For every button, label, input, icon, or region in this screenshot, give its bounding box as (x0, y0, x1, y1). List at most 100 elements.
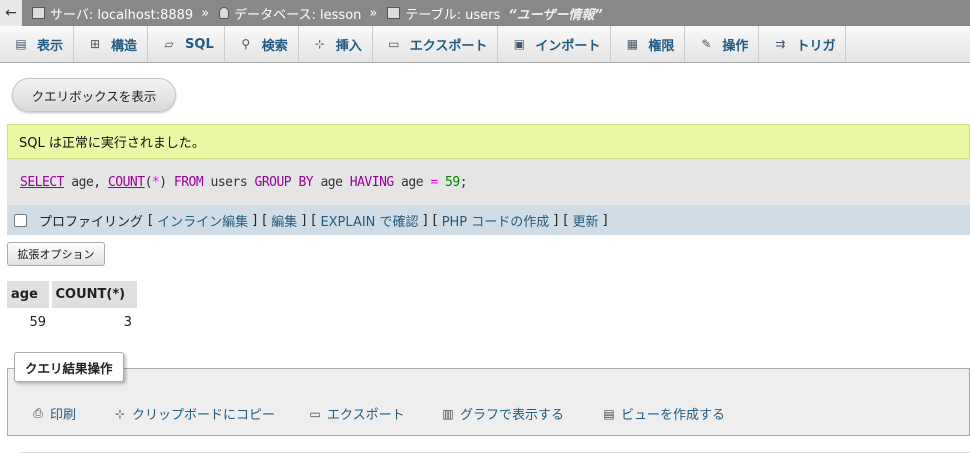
export-icon: ▭ (309, 406, 321, 421)
breadcrumb-database[interactable]: データベース: lesson (209, 4, 361, 23)
column-header-age[interactable]: age (7, 281, 52, 308)
print-icon: ⎙ (33, 406, 43, 420)
sql-table: users (203, 174, 255, 190)
sql-paren: ( (144, 174, 153, 190)
sql-star: * (151, 174, 160, 190)
privileges-icon: ▦ (626, 37, 639, 51)
divider (20, 452, 970, 453)
breadcrumb-server[interactable]: サーバ: localhost:8889 (22, 4, 193, 23)
tab-sql[interactable]: ▱ SQL (148, 26, 225, 62)
bracket: [ (563, 212, 569, 228)
display-chart-link[interactable]: ▥ グラフで表示する (440, 404, 565, 424)
tab-label: エクスポート (409, 38, 488, 54)
breadcrumb-table[interactable]: テーブル: users (377, 4, 500, 23)
print-label: 印刷 (50, 408, 77, 423)
insert-icon: ⊹ (314, 37, 325, 51)
create-view-icon: ▤ (603, 406, 615, 421)
bracket: [ (262, 212, 268, 228)
profiling-checkbox[interactable] (14, 213, 27, 227)
import-icon: ▣ (513, 37, 526, 51)
print-link[interactable]: ⎙ 印刷 (30, 404, 76, 423)
copy-to-clipboard-link[interactable]: ⊹ クリップボードにコピー (112, 404, 276, 424)
sql-keyword-from: FROM (166, 174, 204, 190)
column-header-count[interactable]: COUNT(*) (50, 281, 140, 308)
table-icon (387, 7, 401, 19)
success-message: SQL は正常に実行されました。 (7, 124, 970, 159)
export-label: エクスポート (327, 408, 405, 423)
create-view-label: ビューを作成する (621, 408, 726, 423)
query-results-operations-legend: クエリ結果操作 (14, 352, 124, 382)
sql-semicolon: ; (459, 174, 468, 190)
show-query-box-button[interactable]: クエリボックスを表示 (12, 78, 176, 112)
sql-icon: ▱ (164, 37, 174, 51)
bracket: ] (252, 212, 258, 228)
breadcrumb-table-label[interactable]: テーブル: users (405, 4, 500, 23)
tab-label: インポート (535, 38, 601, 54)
triggers-icon: ⇉ (775, 37, 786, 51)
top-menu-tabs: ▤ 表示 ⊞ 構造 ▱ SQL ⚲ 検索 ⊹ 挿入 ▭ エクスポート ▣ インポート ▦ 権限 … (0, 26, 970, 63)
sql-keyword-having: HAVING (349, 174, 394, 190)
explain-link[interactable]: EXPLAIN で確認 (320, 211, 418, 230)
inline-edit-link[interactable]: インライン編集 (157, 211, 248, 230)
tab-insert[interactable]: ⊹ 挿入 (299, 26, 373, 62)
server-icon (32, 7, 45, 19)
bracket: [ (148, 212, 154, 228)
sql-paren: ) (159, 174, 167, 190)
profiling-label[interactable]: プロファイリング (39, 211, 143, 230)
tab-label: SQL (185, 36, 214, 52)
tab-structure[interactable]: ⊞ 構造 (74, 26, 149, 62)
table-cell-count[interactable]: 3 (50, 308, 138, 336)
create-view-link[interactable]: ▤ ビューを作成する (601, 404, 726, 424)
chart-icon: ▥ (442, 406, 454, 421)
sql-query-display: SELECT age, COUNT ( * ) FROM users GROUP… (7, 159, 970, 205)
tab-export[interactable]: ▭ エクスポート (373, 26, 499, 62)
tab-label: 検索 (261, 38, 288, 54)
tab-import[interactable]: ▣ インポート (498, 26, 612, 62)
tab-browse[interactable]: ▤ 表示 (0, 26, 75, 62)
tab-label: 操作 (722, 38, 749, 54)
tab-operations[interactable]: ✎ 操作 (685, 26, 760, 62)
breadcrumb-separator: » (369, 5, 378, 21)
copy-to-clipboard-label: クリップボードにコピー (132, 408, 276, 423)
results-table: age COUNT(*) 59 3 (7, 281, 140, 336)
export-icon: ▭ (388, 37, 400, 51)
sql-text: age, (63, 174, 108, 190)
breadcrumb: ← サーバ: localhost:8889 » データベース: lesson »… (0, 0, 970, 26)
bracket: ] (602, 212, 608, 228)
query-results-operations (7, 368, 970, 436)
tab-label: 権限 (648, 38, 675, 54)
tab-search[interactable]: ⚲ 検索 (225, 26, 299, 62)
browse-icon: ▤ (15, 37, 27, 51)
tab-label: 挿入 (335, 38, 362, 54)
sql-operator: = (430, 174, 438, 190)
back-arrow-icon[interactable]: ← (0, 0, 22, 26)
display-chart-label: グラフで表示する (460, 408, 565, 423)
search-icon: ⚲ (241, 37, 251, 51)
extended-options-button[interactable]: 拡張オプション (7, 242, 105, 266)
table-row: 59 3 (7, 308, 138, 336)
sql-keyword-group-by: GROUP BY (254, 174, 314, 190)
tab-label: トリガ (796, 38, 836, 54)
sql-text: age (313, 174, 350, 190)
refresh-link[interactable]: 更新 (572, 211, 598, 230)
create-php-code-link[interactable]: PHP コードの作成 (442, 211, 550, 230)
table-header-row: age COUNT(*) (7, 281, 140, 308)
tab-privileges[interactable]: ▦ 権限 (611, 26, 686, 62)
table-cell-age[interactable]: 59 (7, 308, 50, 336)
tab-triggers[interactable]: ⇉ トリガ (759, 26, 847, 62)
breadcrumb-database-label[interactable]: データベース: lesson (234, 4, 361, 23)
wrench-icon: ✎ (701, 37, 712, 51)
sql-function-count[interactable]: COUNT (108, 175, 145, 190)
bracket: [ (311, 212, 317, 228)
tab-label: 表示 (37, 38, 64, 54)
sql-number: 59 (445, 174, 460, 190)
breadcrumb-server-label[interactable]: サーバ: localhost:8889 (50, 4, 193, 23)
sql-text: age (393, 174, 431, 190)
export-link[interactable]: ▭ エクスポート (307, 404, 405, 424)
structure-icon: ⊞ (89, 37, 101, 51)
database-icon (219, 7, 230, 19)
bracket: ] (553, 212, 559, 228)
edit-link[interactable]: 編集 (271, 211, 297, 230)
bracket: ] (301, 212, 307, 228)
sql-keyword-select[interactable]: SELECT (20, 175, 64, 190)
